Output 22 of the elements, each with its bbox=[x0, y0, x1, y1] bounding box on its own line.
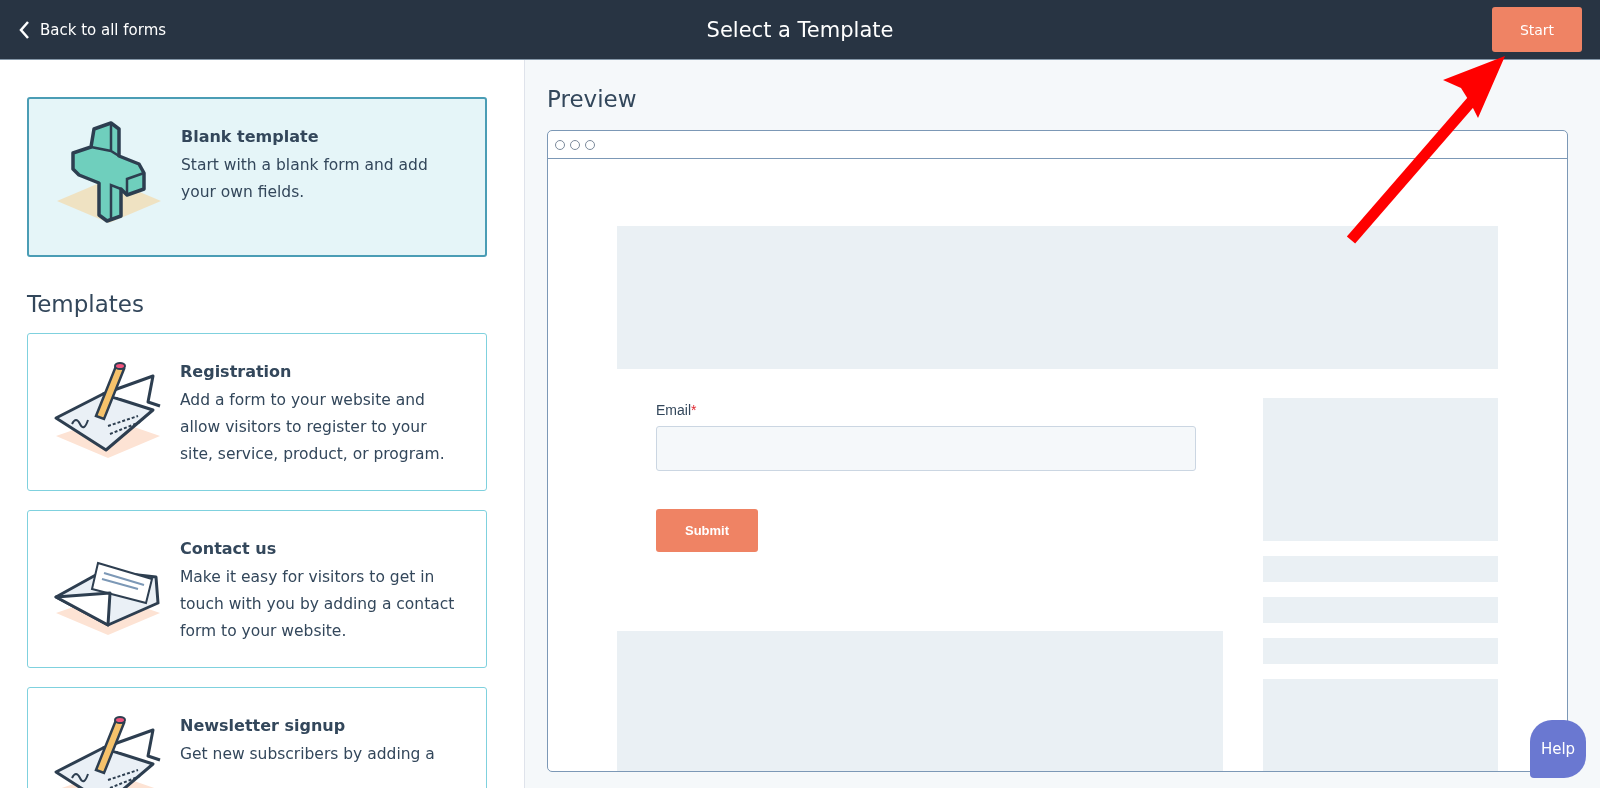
window-dots-icon bbox=[554, 138, 598, 151]
required-asterisk: * bbox=[691, 402, 697, 418]
template-card[interactable]: Registration Add a form to your website and allow visitors to register to your site, service, product, or program. bbox=[27, 333, 487, 491]
template-title: Registration bbox=[180, 362, 293, 381]
help-button[interactable]: Help bbox=[1530, 720, 1586, 778]
page-title: Select a Template bbox=[706, 17, 894, 42]
template-card[interactable]: Newsletter signup Get new subscribers by adding a bbox=[27, 687, 487, 788]
template-card[interactable]: Contact us Make it easy for visitors to get in touch with you by adding a contact form to your website. bbox=[27, 510, 487, 668]
template-title: Blank template bbox=[181, 127, 320, 146]
template-card[interactable]: Blank template Start with a blank form and add your own fields. bbox=[27, 97, 487, 257]
template-description: Get new subscribers by adding a bbox=[180, 744, 435, 765]
section-heading: Templates bbox=[27, 291, 145, 317]
email-field[interactable] bbox=[656, 426, 1196, 471]
preview-heading: Preview bbox=[547, 86, 638, 112]
template-title: Contact us bbox=[180, 539, 278, 558]
back-link[interactable]: Back to all forms bbox=[18, 19, 167, 40]
template-description: Make it easy for visitors to get in touch with you by adding a contact form to your website. bbox=[180, 567, 455, 642]
chevron-left-icon bbox=[18, 19, 30, 40]
template-description: Start with a blank form and add your own fields. bbox=[181, 155, 429, 203]
field-label: Email* bbox=[656, 402, 697, 418]
template-title: Newsletter signup bbox=[180, 716, 347, 735]
template-description: Add a form to your website and allow visitors to register to your site, service, product, or program. bbox=[180, 390, 446, 465]
